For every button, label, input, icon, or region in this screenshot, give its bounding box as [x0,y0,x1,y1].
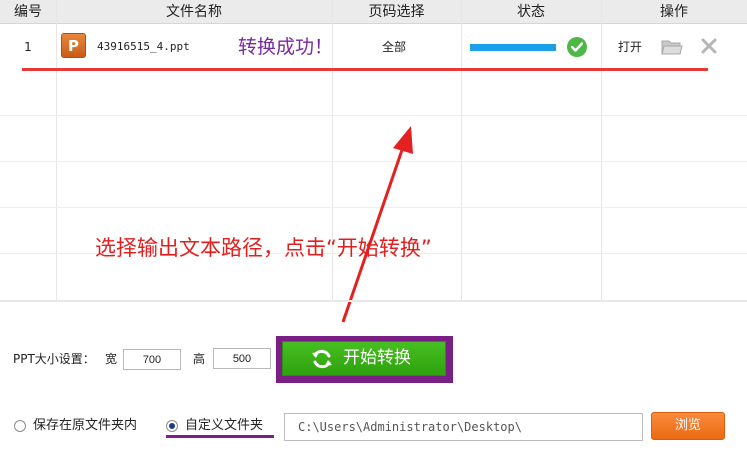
annotation-underline [22,68,708,71]
ppt-size-label: PPT大小设置： [13,352,95,366]
panel-divider [0,300,747,302]
folder-icon[interactable] [661,38,683,56]
start-conversion-label: 开始转换 [343,348,411,368]
height-label: 高 [193,352,206,366]
row-index: 1 [24,40,32,54]
grid-row-line [0,207,747,208]
progress-fill [470,44,556,51]
column-header-index[interactable]: 编号 [0,0,56,24]
width-label: 宽 [105,352,118,366]
output-path-input[interactable]: C:\Users\Administrator\Desktop\ [284,413,643,441]
save-original-folder-radio[interactable] [14,420,26,432]
column-header-pages[interactable]: 页码选择 [332,0,461,24]
table-row[interactable]: 1 P 43916515_4.ppt 转换成功！ 全部 打开 [0,25,747,69]
instruction-annotation: 选择输出文本路径，点击“开始转换” [95,236,432,260]
start-conversion-button[interactable]: 开始转换 [282,341,446,376]
table-header: 编号 文件名称 页码选择 状态 操作 [0,0,747,24]
custom-folder-radio[interactable] [166,420,178,432]
page-selection[interactable]: 全部 [382,25,406,69]
grid-row-line [0,161,747,162]
grid-row-line [0,115,747,116]
ppt-file-icon: P [61,33,86,58]
column-header-filename[interactable]: 文件名称 [56,0,332,24]
width-input[interactable] [123,349,181,370]
conversion-success-annotation: 转换成功！ [238,36,334,58]
browse-button[interactable]: 浏览 [651,412,725,440]
annotation-underline-purple [166,435,274,438]
refresh-icon [312,349,332,369]
save-original-folder-label[interactable]: 保存在原文件夹内 [33,417,137,435]
open-file-button[interactable]: 打开 [618,25,642,69]
file-name: 43916515_4.ppt [97,40,190,53]
check-circle-icon [567,37,587,57]
conversion-progress-bar [470,44,556,51]
close-icon[interactable] [700,37,718,55]
column-header-status[interactable]: 状态 [461,0,601,24]
column-header-actions[interactable]: 操作 [601,0,747,24]
custom-folder-label[interactable]: 自定义文件夹 [185,417,263,435]
height-input[interactable] [213,348,271,369]
